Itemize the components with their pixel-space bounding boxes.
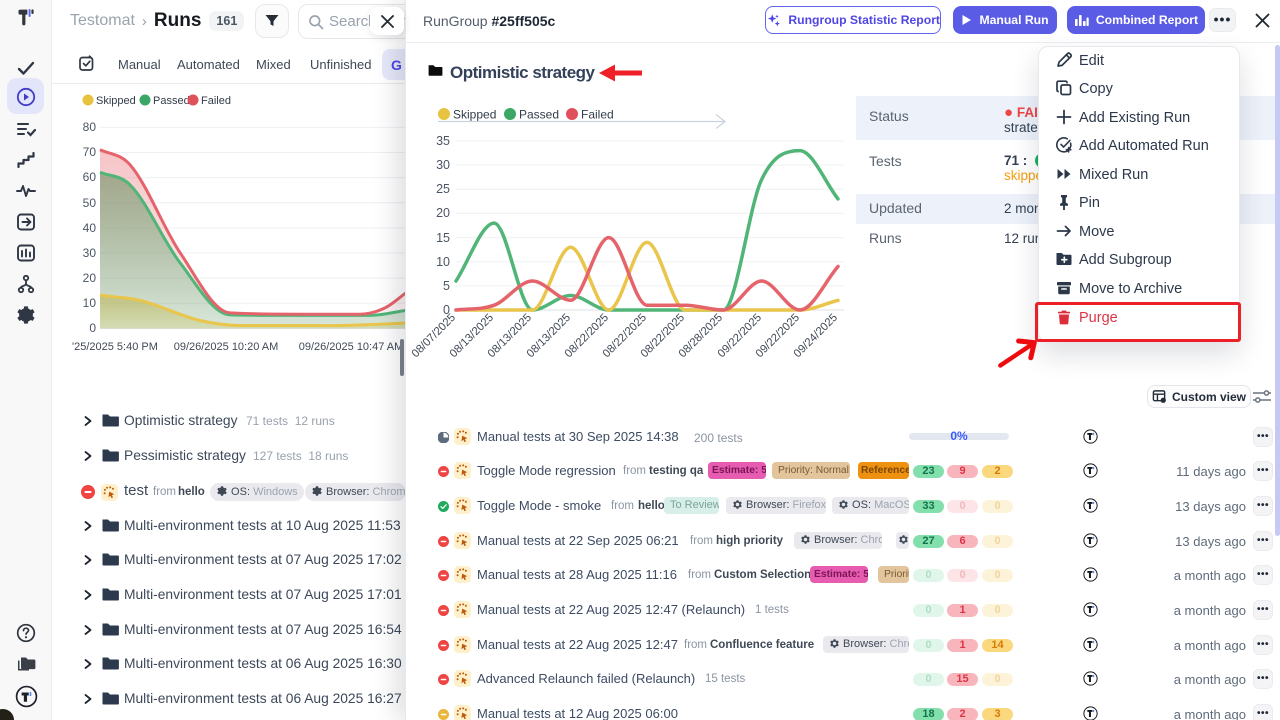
svg-text:Failed: Failed (201, 95, 231, 107)
svg-text:40: 40 (83, 221, 97, 235)
svg-text:15: 15 (436, 231, 450, 245)
svg-text:25: 25 (436, 182, 450, 196)
svg-text:Skipped: Skipped (453, 108, 496, 122)
svg-text:20: 20 (436, 206, 450, 220)
svg-text:10: 10 (83, 296, 97, 310)
svg-text:5: 5 (443, 279, 450, 293)
svg-text:09/26/2025 10:47 AM: 09/26/2025 10:47 AM (299, 341, 404, 353)
svg-text:10: 10 (436, 255, 450, 269)
svg-text:70: 70 (83, 145, 97, 159)
svg-text:'25/2025 5:40 PM: '25/2025 5:40 PM (72, 341, 158, 353)
svg-text:30: 30 (83, 246, 97, 260)
svg-text:20: 20 (83, 271, 97, 285)
svg-text:30: 30 (436, 158, 450, 172)
svg-text:0: 0 (89, 321, 96, 335)
svg-text:Skipped: Skipped (96, 95, 136, 107)
svg-text:Failed: Failed (581, 108, 614, 122)
svg-text:60: 60 (83, 170, 97, 184)
svg-text:35: 35 (436, 134, 450, 148)
svg-text:Passed: Passed (153, 95, 190, 107)
svg-text:80: 80 (83, 120, 97, 134)
svg-text:09/26/2025 10:20 AM: 09/26/2025 10:20 AM (174, 341, 279, 353)
svg-text:50: 50 (83, 196, 97, 210)
svg-text:Passed: Passed (519, 108, 559, 122)
